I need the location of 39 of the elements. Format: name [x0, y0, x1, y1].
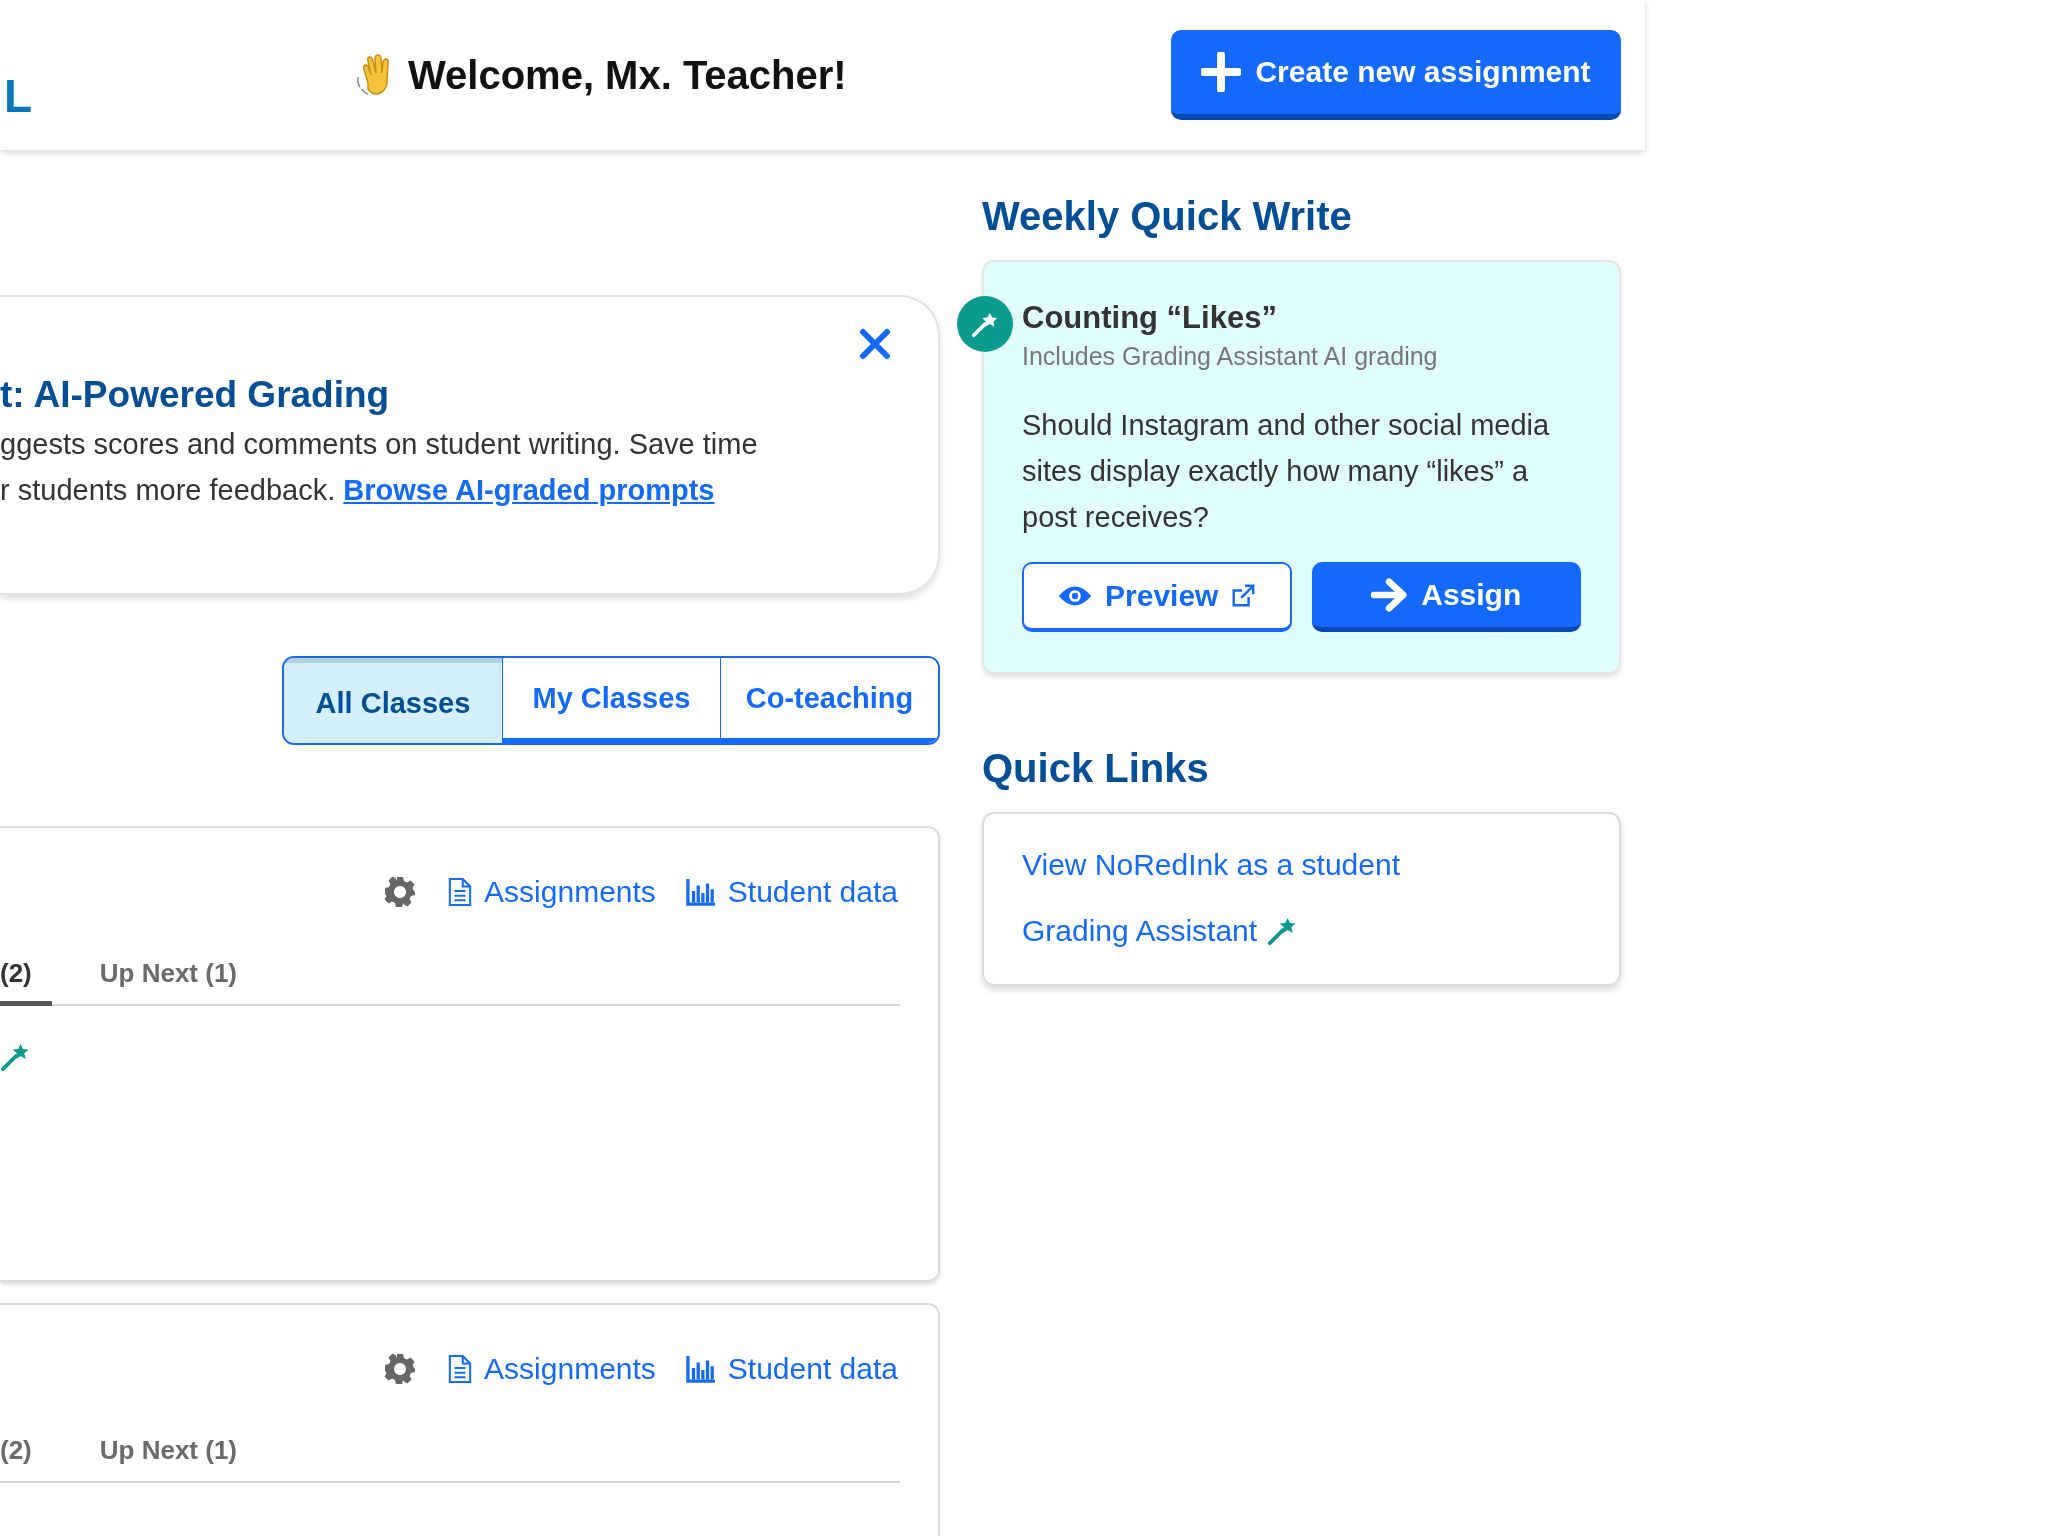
assignment-tab[interactable]: Up Next (1) [99, 958, 258, 1006]
quick-link[interactable]: Grading Assistant [1022, 908, 1258, 954]
browse-prompts-link[interactable]: Browse AI-graded prompts [343, 474, 715, 506]
bar-chart-icon [685, 1355, 716, 1383]
logo-text: L [4, 73, 34, 119]
bar-chart-icon [685, 878, 716, 906]
class-filter-tab[interactable]: All Classes [284, 658, 502, 743]
class-filter-tab[interactable]: Co-teaching [720, 658, 938, 743]
assign-button[interactable]: Assign [1311, 562, 1581, 632]
prompt-subtitle: Includes Grading Assistant AI grading [1022, 341, 1439, 372]
welcome-heading: Welcome, Mx. Teacher! [408, 52, 847, 98]
announcement-text: r students more feedback. [0, 474, 337, 506]
assignments-link[interactable]: Assignments [448, 1352, 656, 1386]
section-heading: Quick Links [982, 745, 1210, 792]
section-heading: Weekly Quick Write [982, 193, 1353, 240]
student-data-link[interactable]: Student data [685, 875, 898, 909]
class-filter-tab[interactable]: My Classes [502, 658, 720, 743]
quick-link[interactable]: View NoRedInk as a student [1022, 842, 1400, 888]
prompt-text: Should Instagram and other social media sites display exactly how many “likes” a post receives? [1022, 408, 1551, 535]
eye-icon [1057, 584, 1094, 608]
announcement-title: t: AI-Powered Grading [0, 373, 391, 417]
preview-button[interactable]: Preview [1022, 562, 1292, 632]
student-data-link[interactable]: Student data [685, 1352, 898, 1386]
settings-icon[interactable] [384, 876, 417, 908]
close-button[interactable] [858, 327, 892, 361]
assignment-tab[interactable]: Up Next (1) [99, 1435, 258, 1483]
assignment-tab[interactable]: (2) [0, 958, 52, 1006]
plus-icon [1201, 52, 1242, 92]
document-icon [448, 877, 473, 907]
external-link-icon [1230, 583, 1257, 609]
arrow-right-icon [1371, 577, 1410, 612]
assignments-link[interactable]: Assignments [448, 875, 656, 909]
assignment-tab[interactable]: (2) [0, 1435, 52, 1483]
document-icon [448, 1354, 473, 1384]
settings-icon[interactable] [384, 1353, 417, 1385]
magic-wand-badge-icon [957, 296, 1013, 352]
announcement-text: ggests scores and comments on student writing. Save time [0, 428, 758, 460]
prompt-title: Counting “Likes” [1022, 299, 1278, 337]
create-assignment-button[interactable]: Create new assignment [1171, 30, 1621, 120]
